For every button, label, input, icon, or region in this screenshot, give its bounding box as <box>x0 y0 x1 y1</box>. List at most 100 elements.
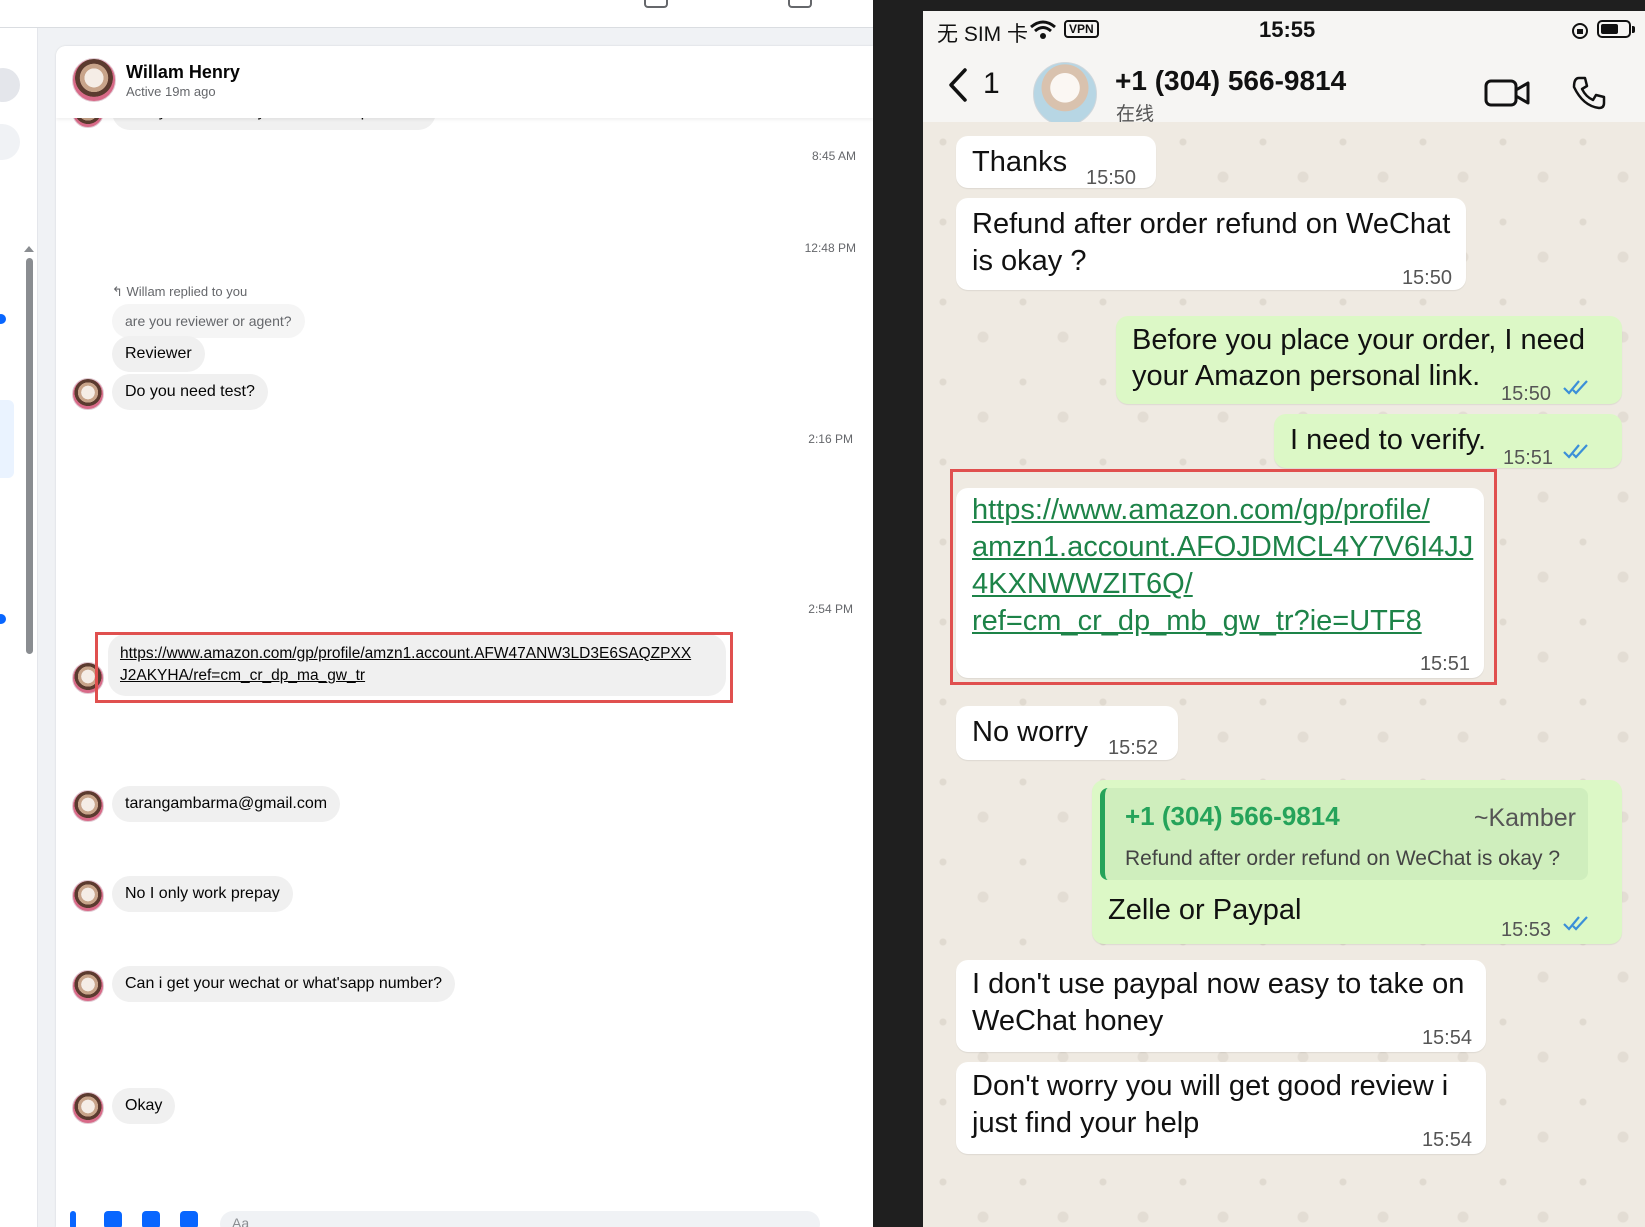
message-time: 15:51 <box>1503 447 1554 469</box>
incoming-message[interactable]: Thanks 15:50 <box>956 136 1156 189</box>
voice-call-icon[interactable] <box>1571 75 1607 111</box>
message-text: just find your help <box>972 1107 1200 1139</box>
battery-icon <box>1597 20 1635 38</box>
message-avatar <box>72 970 104 1002</box>
reply-icon: ↰ <box>112 284 127 299</box>
message-input[interactable]: Aa <box>220 1211 820 1227</box>
nav-pill[interactable] <box>0 124 20 160</box>
message-time: 15:54 <box>1421 1027 1472 1049</box>
highlight-box <box>950 469 1497 685</box>
grid-icon[interactable] <box>644 0 668 8</box>
outgoing-reply-message[interactable]: +1 (304) 566-9814 ~Kamber Refund after o… <box>1092 780 1622 944</box>
message-text: I need to verify. <box>1290 424 1487 456</box>
messenger-window: Willam Henry Active 19m ago Can you show… <box>0 0 873 1227</box>
video-call-icon[interactable] <box>1484 78 1530 108</box>
incoming-message[interactable]: Refund after order refund on WeChat is o… <box>956 198 1466 290</box>
quote-author: ~Kamber <box>1473 804 1576 832</box>
read-ticks-icon <box>1563 380 1588 395</box>
message-text: Before you place your order, I need <box>1132 324 1586 356</box>
message-bubble: Okay <box>112 1088 176 1124</box>
message-text: your Amazon personal link. <box>1132 360 1481 392</box>
sticker-icon[interactable] <box>142 1211 160 1227</box>
unread-dot-icon <box>0 314 6 324</box>
contact-status: Active 19m ago <box>126 84 216 99</box>
message-bubble: Can i get your wechat or what'sapp numbe… <box>112 966 456 1002</box>
message-text: Don't worry you will get good review i <box>972 1070 1449 1102</box>
message-text: No worry <box>972 716 1089 748</box>
wifi-icon <box>1030 20 1056 39</box>
contact-name[interactable]: Willam Henry <box>126 62 240 83</box>
message-time: 15:52 <box>1108 737 1159 759</box>
messenger-nav-rail <box>0 28 38 1227</box>
sidebar-scrollbar[interactable] <box>26 258 33 654</box>
vpn-badge: VPN <box>1064 20 1099 38</box>
monitor-icon[interactable] <box>788 0 812 8</box>
device-bezel <box>923 0 1645 11</box>
quote-sender: +1 (304) 566-9814 <box>1125 801 1340 831</box>
timestamp: 2:54 PM <box>808 602 853 616</box>
message-bubble: Reviewer <box>112 336 205 372</box>
conversation-panel: Willam Henry Active 19m ago Can you show… <box>56 46 873 1227</box>
conversation-header: Willam Henry Active 19m ago <box>56 46 873 118</box>
highlight-box <box>95 632 733 703</box>
reply-note-text: Willam replied to you <box>126 284 248 299</box>
timestamp: 12:48 PM <box>804 241 856 255</box>
message-avatar <box>72 790 104 822</box>
message-text: Refund after order refund on WeChat <box>972 208 1451 240</box>
message-avatar <box>72 378 104 410</box>
message-text: I don't use paypal now easy to take on <box>972 968 1465 1000</box>
back-chevron-icon[interactable] <box>947 67 969 103</box>
read-ticks-icon <box>1563 444 1588 459</box>
whatsapp-screen: 无 SIM 卡 VPN 15:55 1 +1 (304) 566-9814 在线… <box>923 0 1645 1227</box>
scroll-up-icon[interactable] <box>24 246 34 252</box>
carrier-label: 无 SIM 卡 <box>937 23 1029 46</box>
quoted-message[interactable]: are you reviewer or agent? <box>112 304 305 338</box>
message-text: is okay ? <box>972 245 1087 277</box>
status-time: 15:55 <box>1259 17 1316 42</box>
message-time: 15:50 <box>1086 167 1137 189</box>
voice-icon[interactable] <box>70 1211 76 1227</box>
quote-text: Refund after order refund on WeChat is o… <box>1125 847 1561 870</box>
rotation-lock-icon <box>1572 23 1588 39</box>
contact-number[interactable]: +1 (304) 566-9814 <box>1115 65 1346 97</box>
unread-count[interactable]: 1 <box>983 67 1000 101</box>
quoted-message[interactable]: +1 (304) 566-9814 ~Kamber Refund after o… <box>1100 788 1588 880</box>
battery-nub <box>1632 26 1635 33</box>
incoming-message[interactable]: No worry 15:52 <box>956 706 1178 760</box>
active-chat-indicator <box>0 400 14 478</box>
gif-icon[interactable] <box>180 1211 198 1227</box>
whatsapp-header: 无 SIM 卡 VPN 15:55 1 +1 (304) 566-9814 在线 <box>923 11 1645 126</box>
timestamp: 2:16 PM <box>808 432 853 446</box>
outgoing-message[interactable]: Before you place your order, I need your… <box>1116 316 1622 405</box>
message-time: 15:50 <box>1501 383 1552 405</box>
unread-dot-icon <box>0 614 6 624</box>
message-text: Thanks <box>972 146 1068 178</box>
message-time: 15:54 <box>1421 1129 1472 1151</box>
message-avatar <box>72 1092 104 1124</box>
contact-avatar[interactable] <box>1033 62 1097 126</box>
reply-indicator: ↰ Willam replied to you <box>112 284 247 300</box>
timestamp: 8:45 AM <box>811 149 856 163</box>
screenshot-root: Willam Henry Active 19m ago Can you show… <box>0 0 1645 1227</box>
message-bubble: Do you need test? <box>112 374 268 410</box>
incoming-message[interactable]: I don't use paypal now easy to take on W… <box>956 960 1486 1052</box>
message-time: 15:50 <box>1401 267 1452 289</box>
message-avatar <box>72 880 104 912</box>
outgoing-message[interactable]: I need to verify. 15:51 <box>1274 414 1622 469</box>
contact-avatar[interactable] <box>72 58 116 102</box>
message-composer: Aa <box>56 1197 873 1227</box>
message-bubble: tarangambarma@gmail.com <box>112 786 341 822</box>
image-icon[interactable] <box>104 1211 122 1227</box>
battery-level <box>1601 24 1618 34</box>
compose-icon[interactable] <box>0 68 20 102</box>
read-ticks-icon <box>1563 916 1588 931</box>
message-text: WeChat honey <box>972 1005 1164 1037</box>
chat-area: Thanks 15:50 Refund after order refund o… <box>923 122 1645 1227</box>
messenger-top-bar <box>0 0 873 28</box>
split-divider <box>873 0 923 1227</box>
message-list: Can you show me your available product? … <box>56 46 873 1227</box>
incoming-message[interactable]: Don't worry you will get good review i j… <box>956 1062 1486 1154</box>
message-time: 15:53 <box>1501 919 1552 941</box>
message-text: Zelle or Paypal <box>1108 894 1302 926</box>
message-bubble: No I only work prepay <box>112 876 293 912</box>
